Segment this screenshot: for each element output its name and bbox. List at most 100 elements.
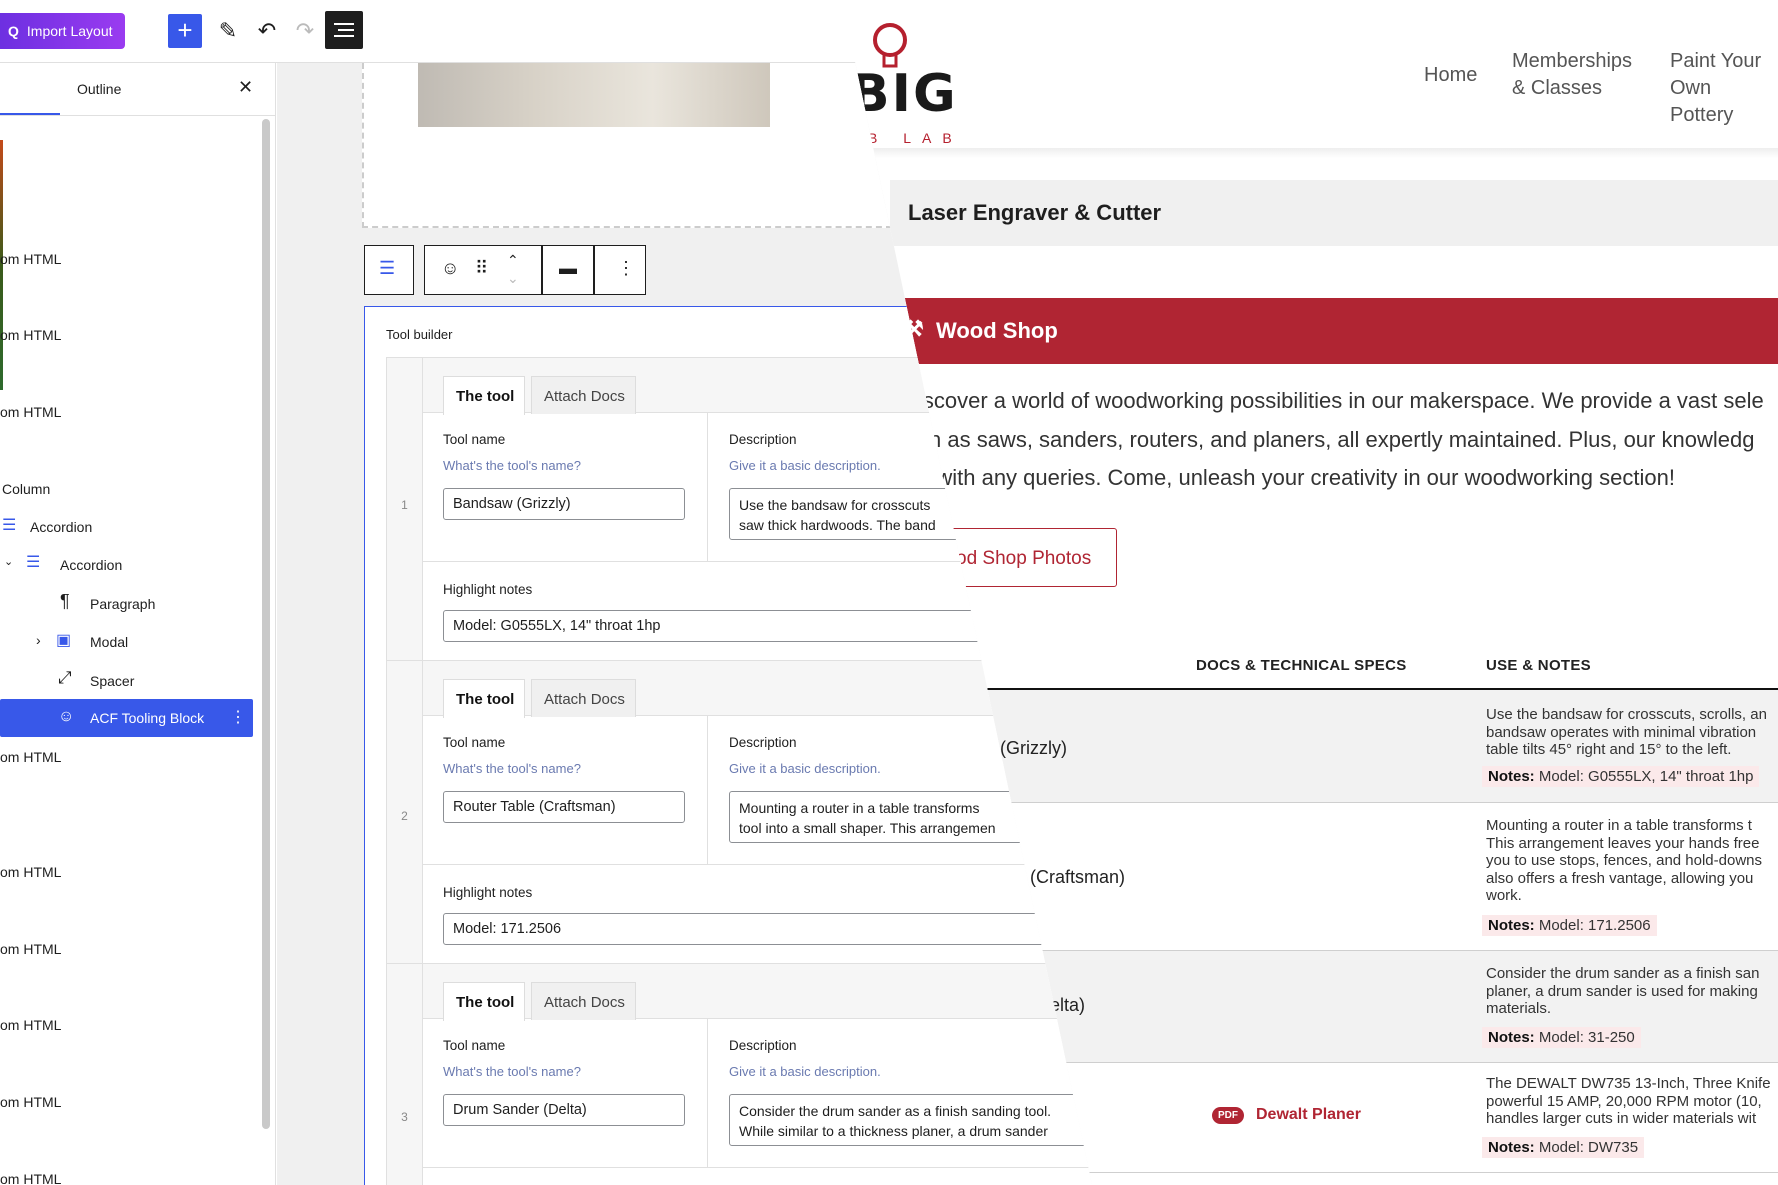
outline-item-custom-html[interactable]: om HTML [0, 941, 61, 957]
tool-note: Notes: Model: DW735 [1482, 1137, 1645, 1158]
tool-note: Notes: Model: G0555LX, 14" throat 1hp [1482, 766, 1760, 787]
use-line: you to use stops, fences, and hold-downs [1486, 852, 1763, 869]
nav-memberships-line2: & Classes [1512, 77, 1603, 99]
field-divider [707, 413, 708, 561]
table-row: (Grizzly) Use the bandsaw for crosscuts,… [890, 690, 1778, 803]
tool-use: Mounting a router in a table transforms … [1486, 817, 1762, 905]
spacer-icon: ⤢ [58, 668, 72, 687]
highlight-notes-label: Highlight notes [443, 582, 533, 597]
import-layout-button[interactable]: Q Import Layout [0, 13, 125, 49]
block-move-group: ☺ ⠿ ⌃ ⌄ [424, 245, 542, 295]
use-line: Consider the drum sander as a finish san [1486, 965, 1760, 982]
tab-the-tool[interactable]: The tool [443, 376, 526, 415]
outline-item-acf-tooling-block[interactable]: ☺ ACF Tooling Block ⋮ [0, 699, 253, 737]
tool-name-input[interactable]: Router Table (Craftsman) [443, 791, 685, 823]
modal-icon: ▣ [56, 632, 72, 649]
move-down-icon[interactable]: ⌄ [507, 270, 519, 287]
doc-link-dewalt-planer[interactable]: Dewalt Planer [1256, 1106, 1361, 1124]
use-line: work. [1486, 887, 1522, 904]
accordion-wood-shop[interactable]: ⚒ Wood Shop [890, 298, 1778, 364]
more-options-icon[interactable]: ⋮ [230, 707, 246, 727]
notes-label: Notes: [1488, 1139, 1535, 1156]
tab-the-tool[interactable]: The tool [443, 982, 526, 1021]
nav-home[interactable]: Home [1424, 62, 1477, 122]
outline-item-custom-html[interactable]: om HTML [0, 1017, 61, 1033]
use-line: planer, a drum sander is used for making [1486, 982, 1758, 1000]
tool-name-input[interactable]: Drum Sander (Delta) [443, 1094, 685, 1126]
outline-item-paragraph[interactable]: Paragraph [90, 596, 155, 612]
undo-icon[interactable]: ↶ [252, 16, 282, 46]
nav-pottery[interactable]: Paint Your Own Pottery [1670, 48, 1778, 126]
highlight-notes-label: Highlight notes [443, 885, 533, 900]
accordion-laser[interactable]: Laser Engraver & Cutter [890, 180, 1778, 246]
wood-shop-intro: iscover a world of woodworking possibili… [918, 382, 1778, 498]
tool-use: The DEWALT DW735 13-Inch, Three Knife po… [1486, 1075, 1771, 1128]
outline-item-accordion[interactable]: Accordion [30, 519, 92, 535]
wood-shop-title: Wood Shop [936, 318, 1058, 343]
acf-tooling-label: ACF Tooling Block [90, 710, 205, 726]
tool-note: Notes: Model: 171.2506 [1482, 915, 1657, 936]
outline-item-accordion[interactable]: Accordion [60, 557, 122, 573]
workshop-photo [418, 63, 770, 127]
tool-name-label: Tool name [443, 432, 506, 447]
outline-item-column[interactable]: Column [2, 481, 50, 497]
add-block-button[interactable]: + [168, 14, 202, 48]
row-number-text: 3 [401, 1110, 408, 1124]
tool-note: Notes: Model: 31-250 [1482, 1027, 1641, 1048]
use-line: Mounting a router in a table transforms … [1486, 817, 1752, 834]
close-icon[interactable]: ✕ [238, 77, 253, 98]
use-line: table tilts 45° right and 15° to the lef… [1486, 741, 1732, 758]
outline-item-spacer[interactable]: Spacer [90, 673, 134, 689]
document-overview-toggle[interactable] [325, 11, 363, 49]
outline-item-custom-html[interactable]: om HTML [0, 1171, 61, 1185]
pdf-icon: PDF [1212, 1107, 1244, 1124]
tab-list-view[interactable] [0, 63, 60, 115]
note-value: Model: G0555LX, 14" throat 1hp [1538, 768, 1754, 785]
outline-item-custom-html[interactable]: om HTML [0, 251, 61, 267]
outline-item-custom-html[interactable]: om HTML [0, 404, 61, 420]
outline-item-custom-html[interactable]: om HTML [0, 864, 61, 880]
nav-memberships[interactable]: Memberships & Classes [1512, 48, 1632, 108]
outline-item-custom-html[interactable]: om HTML [0, 327, 61, 343]
acf-block-icon: ☺ [441, 258, 460, 278]
tab-attach-docs[interactable]: Attach Docs [531, 982, 636, 1020]
tool-name-input[interactable]: Bandsaw (Grizzly) [443, 488, 685, 520]
chevron-down-icon[interactable]: ⌄ [4, 555, 13, 568]
align-button[interactable]: ▬ [542, 245, 594, 295]
accordion-icon: ☰ [26, 554, 41, 571]
tool-name: (Grizzly) [1000, 738, 1067, 758]
intro-line: iscover a world of woodworking possibili… [918, 388, 1764, 413]
description-label: Description [729, 1038, 797, 1053]
use-line: bandsaw operates with minimal vibration [1486, 723, 1757, 741]
intro-line: ch as saws, sanders, routers, and planer… [918, 426, 1755, 452]
edit-pencil-icon[interactable]: ✎ [213, 16, 243, 46]
site-logo[interactable]: BIG B LAB [850, 22, 970, 146]
outline-item-custom-html[interactable]: om HTML [0, 749, 61, 765]
tool-name-label: Tool name [443, 1038, 506, 1053]
chevron-right-icon[interactable]: › [36, 632, 41, 648]
field-divider [707, 716, 708, 864]
tool-name-hint: What's the tool's name? [443, 761, 581, 776]
tool-use: Use the bandsaw for crosscuts, scrolls, … [1486, 706, 1767, 759]
block-type-button[interactable]: ☰ [364, 245, 414, 295]
tab-the-tool[interactable]: The tool [443, 679, 526, 718]
drag-handle-icon[interactable]: ⠿ [475, 258, 488, 279]
outline-title[interactable]: Outline [77, 81, 121, 97]
notes-label: Notes: [1488, 1029, 1535, 1046]
notes-label: Notes: [1488, 917, 1535, 934]
tab-attach-docs[interactable]: Attach Docs [531, 679, 636, 717]
col-header-docs: DOCS & TECHNICAL SPECS [1196, 657, 1407, 674]
redo-icon[interactable]: ↷ [290, 16, 320, 46]
accordion-icon: ☰ [379, 258, 396, 278]
panel-scrollbar[interactable] [262, 119, 270, 1129]
logo-subtext: B LAB [868, 130, 963, 146]
tab-attach-docs[interactable]: Attach Docs [531, 376, 636, 414]
import-layout-label: Import Layout [26, 23, 113, 39]
row-number-text: 2 [401, 809, 408, 823]
note-value: Model: 171.2506 [1538, 917, 1651, 934]
outline-item-modal[interactable]: Modal [90, 634, 128, 650]
move-up-icon[interactable]: ⌃ [507, 252, 519, 269]
use-line: Use the bandsaw for crosscuts, scrolls, … [1486, 706, 1767, 723]
outline-item-custom-html[interactable]: om HTML [0, 1094, 61, 1110]
block-options-button[interactable]: ⋮ [594, 245, 646, 295]
